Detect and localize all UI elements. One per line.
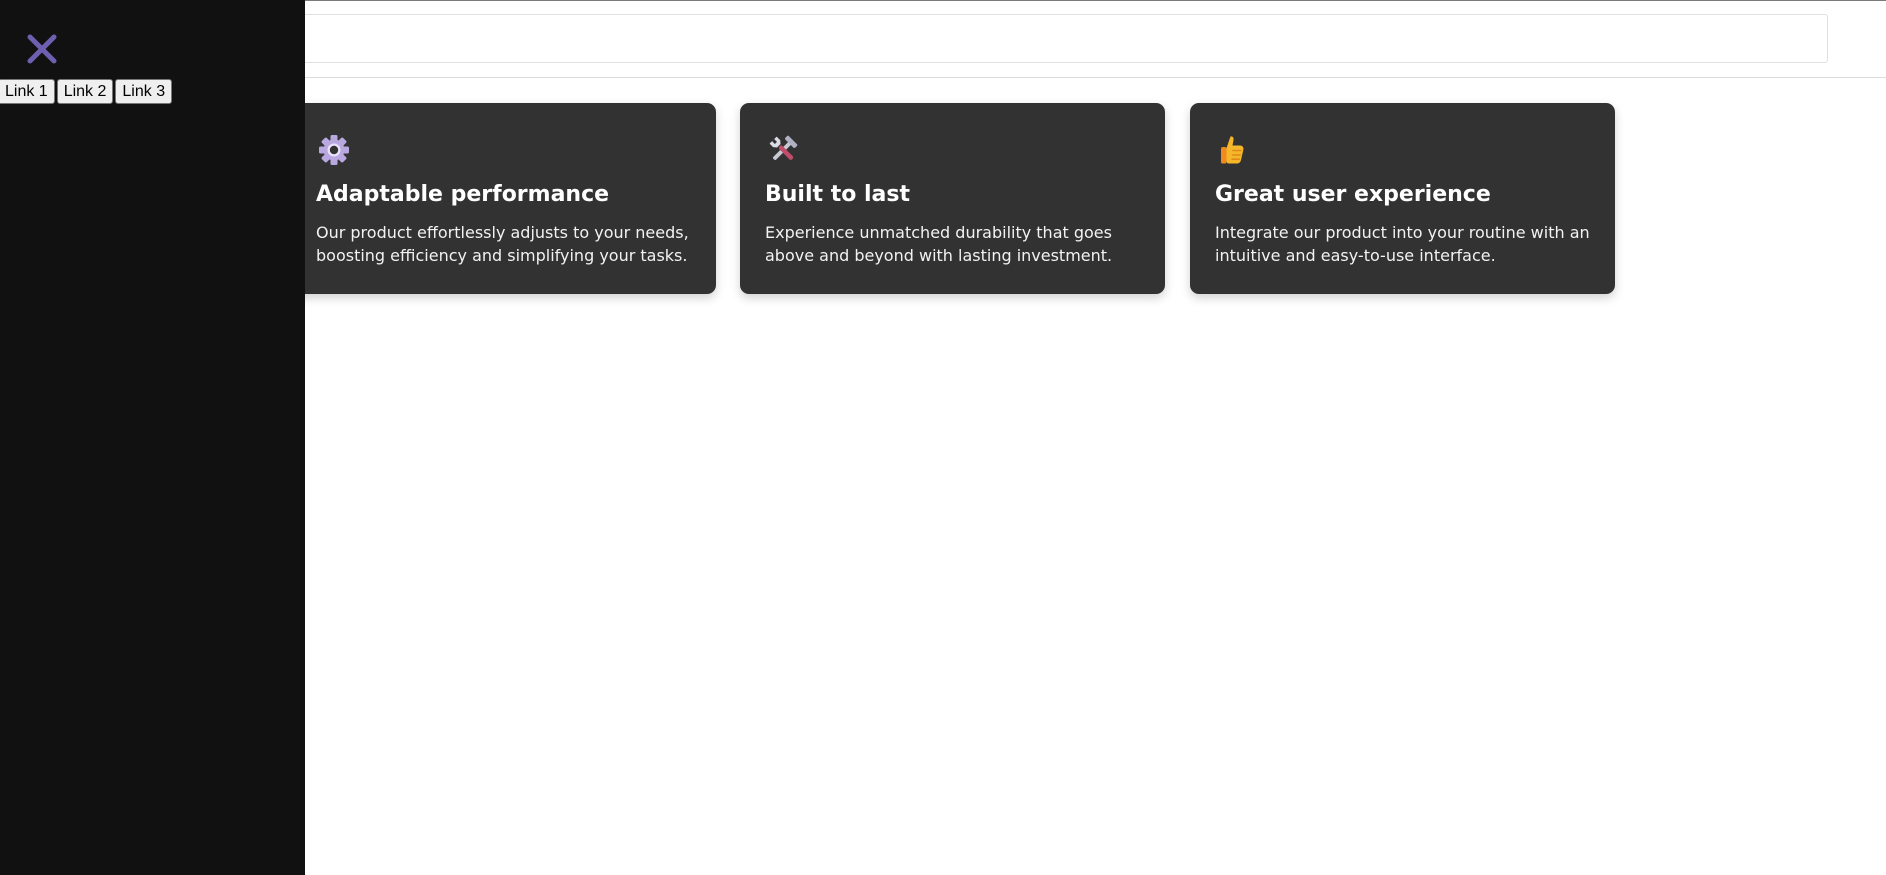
feature-card-great-user-experience: Great user experience Integrate our prod…: [1190, 103, 1615, 294]
sidebar: Link 1 Link 2 Link 3: [0, 0, 305, 875]
feature-title: Great user experience: [1215, 182, 1491, 207]
feature-description: Integrate our product into your routine …: [1215, 223, 1590, 265]
search-input[interactable]: [150, 14, 1828, 63]
sidebar-links: Link 1 Link 2 Link 3: [0, 79, 173, 104]
feature-card-built-to-last: Built to last Experience unmatched durab…: [740, 103, 1165, 294]
close-icon: [27, 34, 57, 64]
feature-description: Experience unmatched durability that goe…: [765, 223, 1113, 265]
feature-title: Built to last: [765, 182, 910, 207]
sidebar-link-3[interactable]: Link 3: [115, 79, 173, 104]
sidebar-link-1[interactable]: Link 1: [0, 79, 55, 104]
feature-title: Adaptable performance: [316, 182, 610, 207]
thumbs-up-icon: [1221, 136, 1244, 164]
close-sidebar-button[interactable]: [24, 31, 60, 67]
tools-icon: [769, 135, 798, 160]
gear-icon: [319, 135, 349, 165]
feature-card-adaptable-performance: Adaptable performance Our product effort…: [291, 103, 716, 294]
feature-description: Our product effortlessly adjusts to your…: [316, 223, 689, 265]
sidebar-link-2[interactable]: Link 2: [56, 79, 114, 104]
